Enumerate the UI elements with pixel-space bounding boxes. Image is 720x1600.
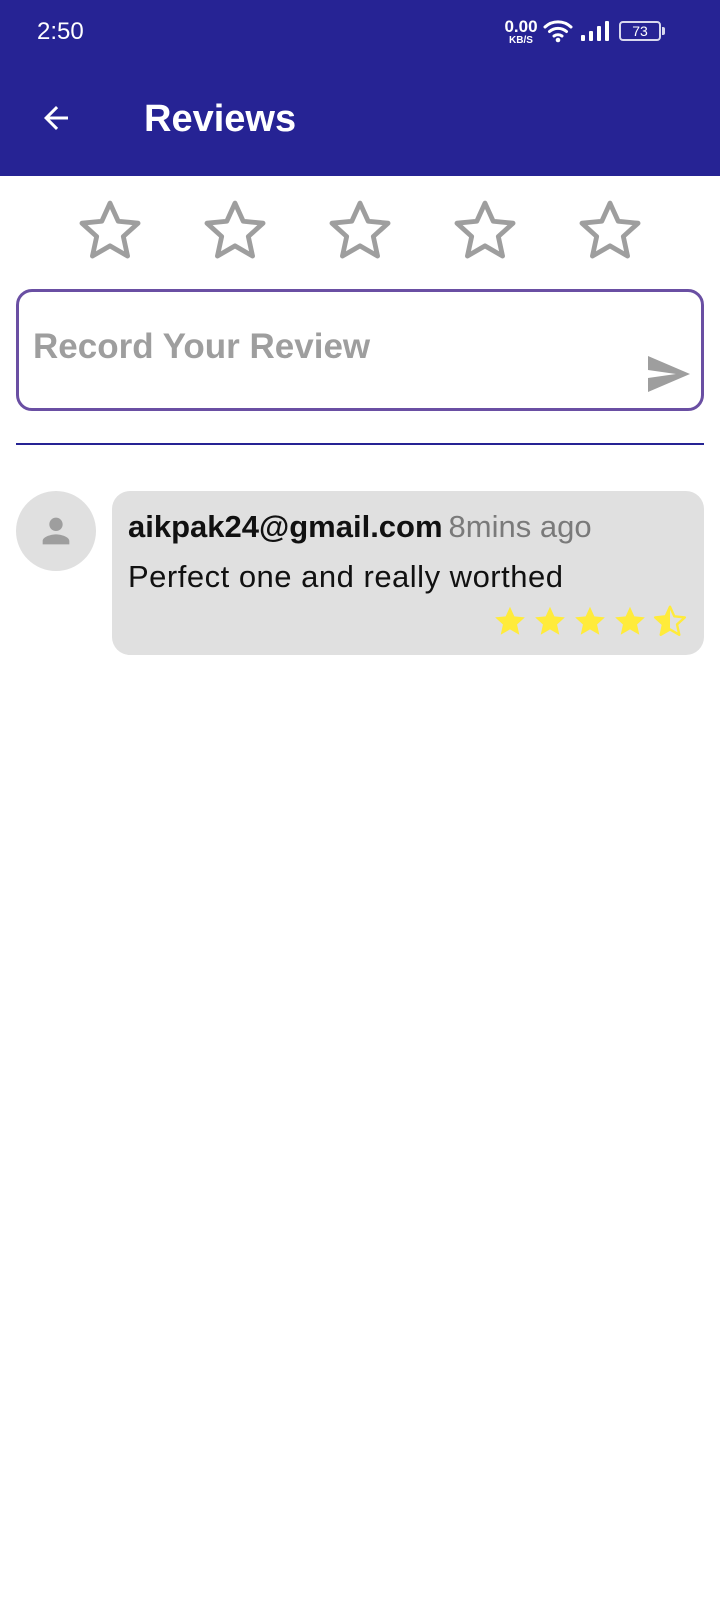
battery-level: 73 (619, 21, 661, 41)
rating-star-3[interactable] (326, 196, 394, 264)
star-filled-icon (535, 606, 565, 635)
review-input-box (16, 289, 704, 411)
network-speed: 0.00 KB/S (503, 18, 539, 46)
review-timestamp: 8mins ago (448, 509, 592, 544)
person-icon (42, 517, 70, 545)
arrow-left-icon (44, 106, 68, 130)
rating-star-1[interactable] (76, 196, 144, 264)
review-bubble: aikpak24@gmail.com 8mins ago Perfect one … (112, 491, 704, 655)
send-icon (648, 356, 690, 392)
star-outline-icon (579, 200, 641, 259)
star-outline-icon (79, 200, 141, 259)
star-filled-icon (575, 606, 605, 635)
rating-star-4[interactable] (451, 196, 519, 264)
send-button[interactable] (643, 352, 695, 396)
app-bar: Reviews (0, 64, 720, 176)
page-title: Reviews (144, 98, 297, 140)
star-outline-icon (454, 200, 516, 259)
review-text: Perfect one and really worthed (128, 559, 564, 594)
divider (16, 443, 704, 445)
star-half-icon (653, 605, 687, 636)
rating-selector (0, 196, 720, 266)
signal-icon (580, 20, 610, 47)
avatar (16, 491, 96, 571)
review-header: aikpak24@gmail.com 8mins ago (128, 509, 592, 545)
status-time: 2:50 (37, 18, 84, 45)
review-author-email: aikpak24@gmail.com (128, 509, 443, 544)
network-speed-unit: KB/S (509, 35, 533, 46)
status-bar: 2:50 0.00 KB/S 73 (0, 0, 720, 64)
review-list-item: aikpak24@gmail.com 8mins ago Perfect one … (16, 491, 704, 655)
rating-star-2[interactable] (201, 196, 269, 264)
star-filled-icon (495, 606, 525, 635)
wifi-icon (543, 19, 573, 48)
rating-star-5[interactable] (576, 196, 644, 264)
review-rating (492, 603, 692, 639)
network-speed-value: 0.00 (504, 17, 538, 36)
star-outline-icon (329, 200, 391, 259)
star-outline-icon (204, 200, 266, 259)
back-button[interactable] (30, 92, 82, 144)
review-input[interactable] (33, 322, 613, 372)
star-filled-icon (615, 606, 645, 635)
